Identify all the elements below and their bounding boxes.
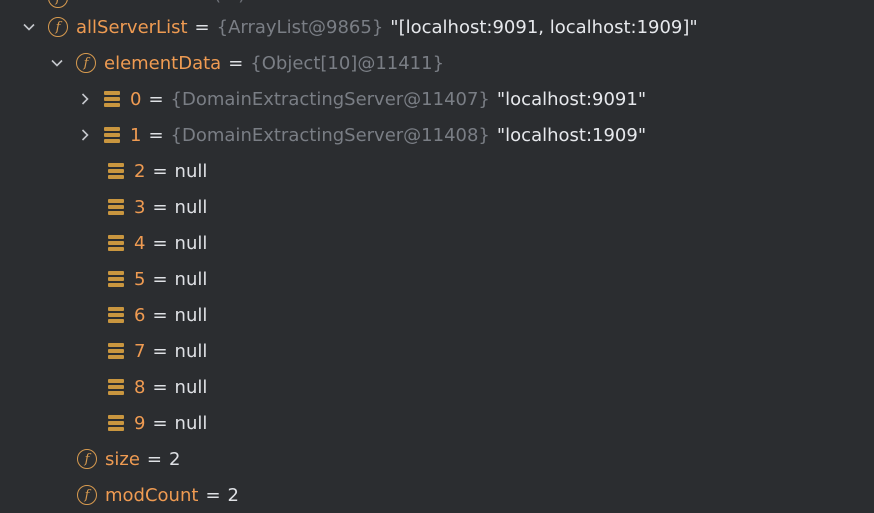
tree-row-mod-count[interactable]: f modCount = 2 <box>0 477 874 513</box>
variable-name: size <box>105 448 140 470</box>
equals-sign: = <box>148 88 164 110</box>
variable-name: modCount <box>105 484 199 506</box>
variable-value: "[localhost:9091, localhost:1909]" <box>390 16 698 38</box>
element-index: 8 <box>134 376 146 398</box>
equals-sign: = <box>228 52 244 74</box>
equals-sign: = <box>152 232 168 254</box>
array-element-icon <box>108 415 124 431</box>
tree-row-element-7[interactable]: 7 = null <box>0 333 874 369</box>
array-element-icon <box>104 91 120 107</box>
tree-row-element-6[interactable]: 6 = null <box>0 297 874 333</box>
element-index: 5 <box>134 268 146 290</box>
array-element-icon <box>108 163 124 179</box>
tree-row-size[interactable]: f size = 2 <box>0 441 874 477</box>
variables-tree: f ... (...) f allServerList = {ArrayList… <box>0 0 874 506</box>
field-icon: f <box>76 53 96 73</box>
variable-value: 2 <box>227 484 239 506</box>
element-value: null <box>174 304 208 326</box>
element-index: 1 <box>130 124 142 146</box>
chevron-right-icon[interactable] <box>78 128 92 142</box>
equals-sign: = <box>152 304 168 326</box>
element-index: 7 <box>134 340 146 362</box>
array-element-icon <box>108 307 124 323</box>
array-element-icon <box>108 199 124 215</box>
clipped-type: (...) <box>214 0 245 5</box>
equals-sign: = <box>152 340 168 362</box>
element-index: 2 <box>134 160 146 182</box>
tree-row-element-4[interactable]: 4 = null <box>0 225 874 261</box>
array-element-icon <box>104 127 120 143</box>
element-index: 0 <box>130 88 142 110</box>
tree-row-element-1[interactable]: 1 = {DomainExtractingServer@11408} "loca… <box>0 117 874 153</box>
array-element-icon <box>108 271 124 287</box>
equals-sign: = <box>152 160 168 182</box>
chevron-down-icon[interactable] <box>22 20 36 34</box>
field-icon: f <box>48 17 68 37</box>
tree-row-element-3[interactable]: 3 = null <box>0 189 874 225</box>
equals-sign: = <box>148 124 164 146</box>
variable-type: {Object[10]@11411} <box>250 52 445 74</box>
equals-sign: = <box>205 484 221 506</box>
element-value: null <box>174 232 208 254</box>
tree-row-element-data[interactable]: f elementData = {Object[10]@11411} <box>0 45 874 81</box>
chevron-down-icon[interactable] <box>50 56 64 70</box>
element-index: 9 <box>134 412 146 434</box>
tree-row-element-8[interactable]: 8 = null <box>0 369 874 405</box>
field-icon: f <box>77 485 97 505</box>
field-icon: f <box>48 0 68 8</box>
element-value: null <box>174 196 208 218</box>
element-index: 3 <box>134 196 146 218</box>
element-index: 6 <box>134 304 146 326</box>
variable-name: elementData <box>104 52 222 74</box>
element-value: null <box>174 340 208 362</box>
tree-row-element-5[interactable]: 5 = null <box>0 261 874 297</box>
chevron-right-icon[interactable] <box>78 92 92 106</box>
equals-sign: = <box>152 196 168 218</box>
array-element-icon <box>108 343 124 359</box>
field-icon: f <box>77 449 97 469</box>
element-index: 4 <box>134 232 146 254</box>
element-type: {DomainExtractingServer@11407} <box>170 88 490 110</box>
element-type: {DomainExtractingServer@11408} <box>170 124 490 146</box>
equals-sign: = <box>152 268 168 290</box>
tree-row-element-2[interactable]: 2 = null <box>0 153 874 189</box>
variable-type: {ArrayList@9865} <box>216 16 384 38</box>
tree-row-all-server-list[interactable]: f allServerList = {ArrayList@9865} "[loc… <box>0 9 874 45</box>
equals-sign: = <box>194 16 210 38</box>
element-value: null <box>174 412 208 434</box>
element-value: "localhost:9091" <box>496 88 647 110</box>
element-value: null <box>174 376 208 398</box>
element-value: null <box>174 160 208 182</box>
equals-sign: = <box>152 376 168 398</box>
variable-value: 2 <box>169 448 181 470</box>
array-element-icon <box>108 235 124 251</box>
element-value: null <box>174 268 208 290</box>
tree-row-element-9[interactable]: 9 = null <box>0 405 874 441</box>
equals-sign: = <box>152 412 168 434</box>
element-value: "localhost:1909" <box>496 124 647 146</box>
variable-name: allServerList <box>76 16 188 38</box>
tree-row-element-0[interactable]: 0 = {DomainExtractingServer@11407} "loca… <box>0 81 874 117</box>
clipped-name: ... <box>76 0 93 5</box>
equals-sign: = <box>146 448 162 470</box>
array-element-icon <box>108 379 124 395</box>
